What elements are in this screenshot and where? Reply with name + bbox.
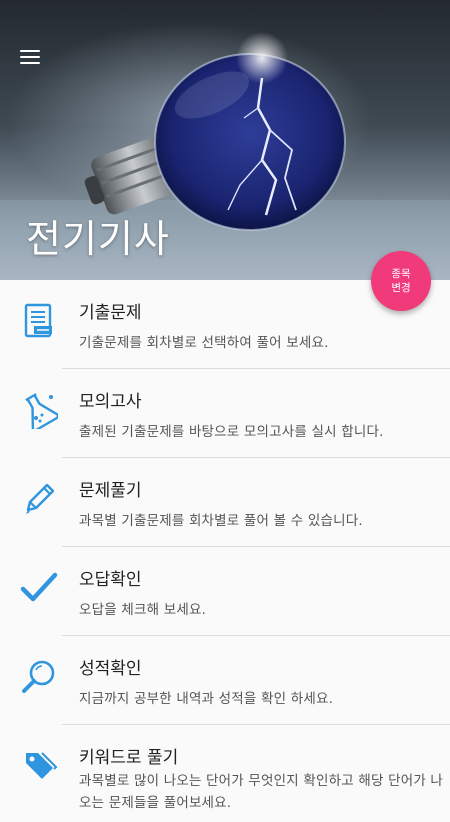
menu-item-title: 문제풀기 (79, 481, 142, 501)
menu-item-desc: 오답을 체크해 보세요. (79, 602, 207, 618)
header-banner: 전기기사 (0, 0, 450, 280)
magnifier-icon (22, 660, 55, 693)
hamburger-menu-icon (20, 50, 40, 52)
hamburger-line (20, 62, 40, 64)
tag-icon (26, 752, 58, 779)
hamburger-line (20, 56, 40, 58)
fab-label: 종목 변경 (391, 268, 411, 294)
menu-item-title: 성적확인 (79, 659, 142, 679)
checkmark-icon (20, 572, 58, 602)
menu-item-title: 기출문제 (79, 303, 142, 323)
menu-item-wrong-answers[interactable]: 오답확인 오답을 체크해 보세요. (0, 547, 450, 636)
menu-item-title: 오답확인 (79, 570, 142, 590)
menu-item-solve-problems[interactable]: 문제풀기 과목별 기출문제를 회차별로 풀어 볼 수 있습니다. (0, 458, 450, 547)
flask-icon (25, 393, 58, 429)
menu-list: 기출문제 기출문제를 회차별로 선택하여 풀어 보세요. 모의고사 출제된 기출… (0, 280, 450, 814)
menu-button[interactable] (18, 46, 44, 68)
document-list-icon (24, 303, 52, 338)
menu-item-keywords[interactable]: 키워드로 풀기 과목별로 많이 나오는 단어가 무엇인지 확인하고 해당 단어가… (0, 725, 450, 814)
menu-item-desc: 지금까지 공부한 내역과 성적을 확인 하세요. (79, 691, 334, 707)
page-title: 전기기사 (26, 217, 170, 261)
menu-item-desc: 과목별로 많이 나오는 단어가 무엇인지 확인하고 해당 단어가 나오는 문제들… (79, 773, 444, 811)
menu-item-title: 모의고사 (79, 392, 142, 412)
menu-item-desc: 과목별 기출문제를 회차별로 풀어 볼 수 있습니다. (79, 513, 363, 529)
pencil-icon (26, 483, 55, 514)
menu-item-desc: 출제된 기출문제를 바탕으로 모의고사를 실시 합니다. (79, 424, 384, 440)
menu-item-title: 키워드로 풀기 (79, 748, 179, 768)
menu-item-desc: 기출문제를 회차별로 선택하여 풀어 보세요. (79, 335, 329, 351)
change-category-button[interactable]: 종목 변경 (371, 251, 431, 311)
menu-item-mock-exam[interactable]: 모의고사 출제된 기출문제를 바탕으로 모의고사를 실시 합니다. (0, 369, 450, 458)
menu-item-scores[interactable]: 성적확인 지금까지 공부한 내역과 성적을 확인 하세요. (0, 636, 450, 725)
